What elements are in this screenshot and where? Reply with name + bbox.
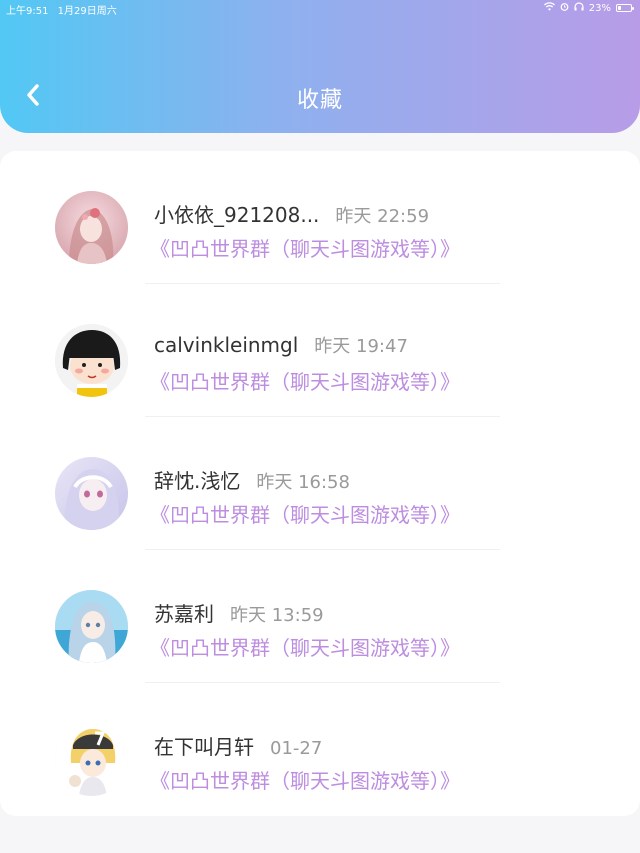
item-header: calvinkleinmgl 昨天 19:47	[154, 332, 408, 358]
anime-boy-cap-avatar	[55, 723, 128, 796]
page-title: 收藏	[296, 88, 343, 113]
list-item[interactable]: 小依依_921208... 昨天 22:59 《凹凸世界群（聊天斗图游戏等）》	[0, 151, 640, 284]
avatar	[55, 191, 128, 264]
avatar	[55, 324, 128, 397]
status-bar: 上午9:51 1月29日周六 23%	[0, 0, 640, 18]
battery-fill	[618, 6, 621, 10]
list-item[interactable]: calvinkleinmgl 昨天 19:47 《凹凸世界群（聊天斗图游戏等）》	[0, 284, 640, 417]
status-date: 1月29日周六	[57, 6, 117, 17]
favorites-list: 小依依_921208... 昨天 22:59 《凹凸世界群（聊天斗图游戏等）》	[0, 151, 640, 816]
avatar	[55, 457, 128, 530]
contact-name: calvinkleinmgl	[154, 333, 299, 357]
status-right: 23%	[543, 2, 634, 14]
item-header: 在下叫月轩 01-27	[154, 731, 322, 760]
list-item[interactable]: 在下叫月轩 01-27 《凹凸世界群（聊天斗图游戏等）》	[0, 683, 640, 816]
list-item[interactable]: 苏嘉利 昨天 13:59 《凹凸世界群（聊天斗图游戏等）》	[0, 550, 640, 683]
list-item[interactable]: 辞忱.浅忆 昨天 16:58 《凹凸世界群（聊天斗图游戏等）》	[0, 417, 640, 550]
status-time: 上午9:51	[6, 6, 49, 17]
group-name[interactable]: 《凹凸世界群（聊天斗图游戏等）》	[150, 499, 460, 528]
timestamp: 昨天 13:59	[230, 605, 324, 626]
contact-name: 小依依_921208...	[154, 203, 320, 227]
timestamp: 01-27	[270, 738, 323, 759]
group-name[interactable]: 《凹凸世界群（聊天斗图游戏等）》	[150, 233, 460, 262]
anime-girl-sea-avatar	[55, 590, 128, 663]
timestamp: 昨天 22:59	[335, 206, 430, 227]
avatar	[55, 723, 128, 796]
wifi-icon	[543, 2, 555, 14]
contact-name: 苏嘉利	[154, 602, 214, 626]
contact-name: 辞忱.浅忆	[154, 469, 241, 493]
item-header: 辞忱.浅忆 昨天 16:58	[154, 465, 350, 494]
contact-name: 在下叫月轩	[154, 735, 254, 759]
alarm-icon	[560, 2, 569, 14]
header-bar: 上午9:51 1月29日周六 23% 收藏	[0, 0, 640, 133]
anime-girl-lavender-avatar	[55, 457, 128, 530]
group-name[interactable]: 《凹凸世界群（聊天斗图游戏等）》	[150, 632, 460, 661]
avatar	[55, 590, 128, 663]
battery-percent: 23%	[588, 2, 611, 14]
timestamp: 昨天 16:58	[256, 472, 350, 493]
headphones-icon	[574, 2, 584, 14]
maruko-avatar	[55, 324, 128, 397]
battery-icon	[616, 4, 634, 12]
item-header: 小依依_921208... 昨天 22:59	[154, 199, 429, 228]
status-left: 上午9:51 1月29日周六	[6, 2, 117, 17]
timestamp: 昨天 19:47	[314, 336, 408, 357]
group-name[interactable]: 《凹凸世界群（聊天斗图游戏等）》	[150, 366, 460, 395]
anime-girl-pink-avatar	[55, 191, 128, 264]
group-name[interactable]: 《凹凸世界群（聊天斗图游戏等）》	[150, 765, 460, 794]
item-header: 苏嘉利 昨天 13:59	[154, 598, 324, 627]
